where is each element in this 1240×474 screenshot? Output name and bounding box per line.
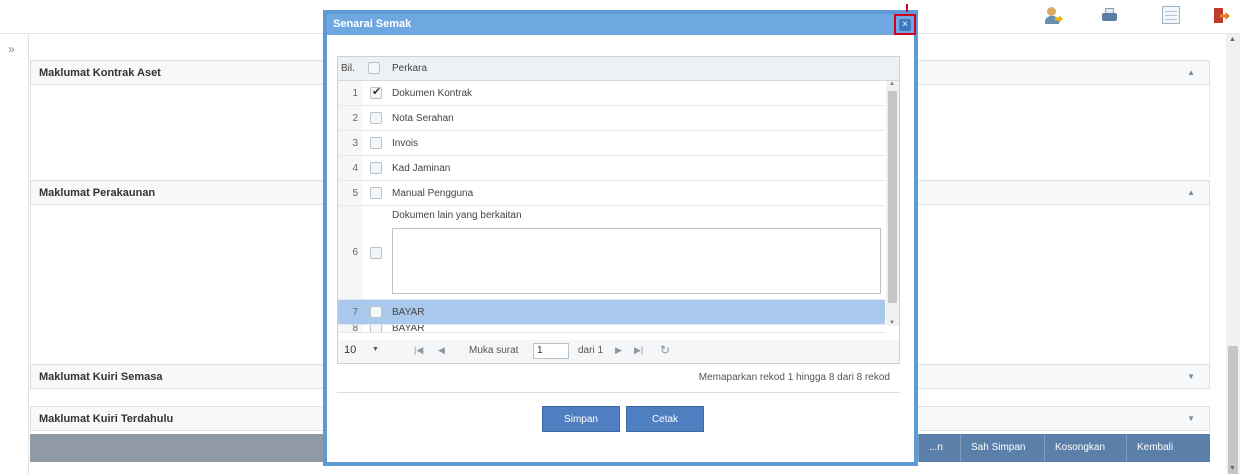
close-button[interactable]: × (894, 14, 916, 35)
exit-icon[interactable] (1212, 6, 1232, 26)
hidden-button[interactable]: ...n (918, 434, 960, 462)
grid-icon[interactable] (1162, 6, 1180, 24)
prev-page-icon[interactable]: ◀ (438, 345, 445, 356)
chevron-down-icon[interactable]: ▼ (1187, 372, 1195, 381)
kosongkan-button[interactable]: Kosongkan (1044, 434, 1126, 462)
row-checkbox[interactable] (370, 162, 382, 174)
row-label: Invois (392, 137, 419, 149)
grid-pager: 10 ▼ |◀ ◀ Muka surat 1 dari 1 ▶ ▶| ↻ (337, 340, 900, 364)
section-title: Maklumat Kuiri Semasa (39, 371, 163, 383)
row-checkbox[interactable] (370, 137, 382, 149)
chevron-up-icon[interactable]: ▲ (1187, 68, 1195, 77)
table-row[interactable]: 8 BAYAR (338, 325, 885, 333)
table-row[interactable]: 2 Nota Serahan (338, 106, 885, 131)
row-label: BAYAR (392, 325, 425, 333)
senarai-semak-dialog: Senarai Semak × Bil. Perkara 1 Dokumen K… (323, 4, 918, 466)
page-input[interactable]: 1 (533, 343, 569, 359)
user-transfer-icon[interactable] (1044, 6, 1064, 26)
section-title: Maklumat Perakaunan (39, 187, 156, 199)
row-number: 2 (338, 106, 362, 130)
grid-header: Bil. Perkara (338, 57, 899, 81)
row-number: 5 (338, 181, 362, 205)
row-checkbox[interactable] (370, 112, 382, 124)
caret-down-icon[interactable]: ▼ (372, 346, 379, 353)
last-page-icon[interactable]: ▶| (634, 345, 643, 356)
row-number: 3 (338, 131, 362, 155)
scrollbar-thumb[interactable] (1228, 346, 1238, 474)
next-page-icon[interactable]: ▶ (615, 345, 622, 356)
row-label: Nota Serahan (392, 112, 454, 124)
row-checkbox[interactable] (370, 187, 382, 199)
row-checkbox[interactable] (370, 325, 382, 332)
records-info: Memaparkan rekod 1 hingga 8 dari 8 rekod (698, 372, 890, 383)
table-row[interactable]: 1 Dokumen Kontrak (338, 81, 885, 106)
scroll-down-icon[interactable]: ▼ (1229, 465, 1236, 472)
scroll-up-icon[interactable]: ▲ (889, 81, 895, 87)
checklist-grid: Bil. Perkara 1 Dokumen Kontrak 2 Nota Se… (337, 56, 900, 348)
other-documents-textarea[interactable] (392, 228, 881, 294)
column-header-perkara: Perkara (392, 63, 428, 74)
page-size-select[interactable]: 10 (344, 344, 356, 356)
table-row[interactable]: 5 Manual Pengguna (338, 181, 885, 206)
row-number: 8 (338, 325, 362, 332)
grid-scrollbar[interactable]: ▲ ▼ (886, 81, 899, 326)
first-page-icon[interactable]: |◀ (414, 345, 423, 356)
row-label: Kad Jaminan (392, 162, 451, 174)
page-scrollbar[interactable]: ▲ ▼ (1226, 34, 1240, 474)
annotation-marker (906, 4, 908, 12)
table-row[interactable]: 3 Invois (338, 131, 885, 156)
expand-sidebar-icon[interactable]: » (8, 42, 15, 56)
row-number: 6 (338, 206, 362, 299)
dialog-title: Senarai Semak (327, 14, 914, 35)
page-total: dari 1 (578, 345, 604, 356)
row-number: 7 (338, 300, 362, 324)
simpan-button[interactable]: Simpan (542, 406, 620, 432)
cetak-button[interactable]: Cetak (626, 406, 704, 432)
row-label: Manual Pengguna (392, 187, 474, 199)
scroll-down-icon[interactable]: ▼ (889, 320, 895, 326)
kembali-button[interactable]: Kembali (1126, 434, 1210, 462)
row-label: Dokumen Kontrak (392, 87, 473, 99)
row-checkbox[interactable] (370, 246, 382, 259)
section-title: Maklumat Kontrak Aset (39, 67, 161, 79)
page-label: Muka surat (469, 345, 519, 356)
column-header-bil: Bil. (341, 63, 355, 74)
chevron-down-icon[interactable]: ▼ (1187, 414, 1195, 423)
chevron-up-icon[interactable]: ▲ (1187, 188, 1195, 197)
row-checkbox[interactable] (370, 85, 382, 99)
table-row[interactable]: 4 Kad Jaminan (338, 156, 885, 181)
row-checkbox[interactable] (370, 306, 382, 318)
table-row[interactable]: 6 Dokumen lain yang berkaitan (338, 206, 885, 300)
sidebar-divider (28, 34, 29, 474)
scroll-up-icon[interactable]: ▲ (1229, 36, 1236, 43)
divider (337, 392, 900, 393)
print-icon[interactable] (1100, 6, 1120, 26)
refresh-icon[interactable]: ↻ (660, 343, 670, 357)
row-number: 4 (338, 156, 362, 180)
sah-simpan-button[interactable]: Sah Simpan (960, 434, 1044, 462)
scrollbar-thumb[interactable] (888, 91, 897, 303)
section-title: Maklumat Kuiri Terdahulu (39, 413, 174, 425)
select-all-checkbox[interactable] (368, 62, 380, 74)
row-label: BAYAR (392, 306, 425, 318)
table-row[interactable]: 7 BAYAR (338, 300, 885, 325)
row-number: 1 (338, 81, 362, 105)
close-icon[interactable]: × (899, 18, 911, 31)
